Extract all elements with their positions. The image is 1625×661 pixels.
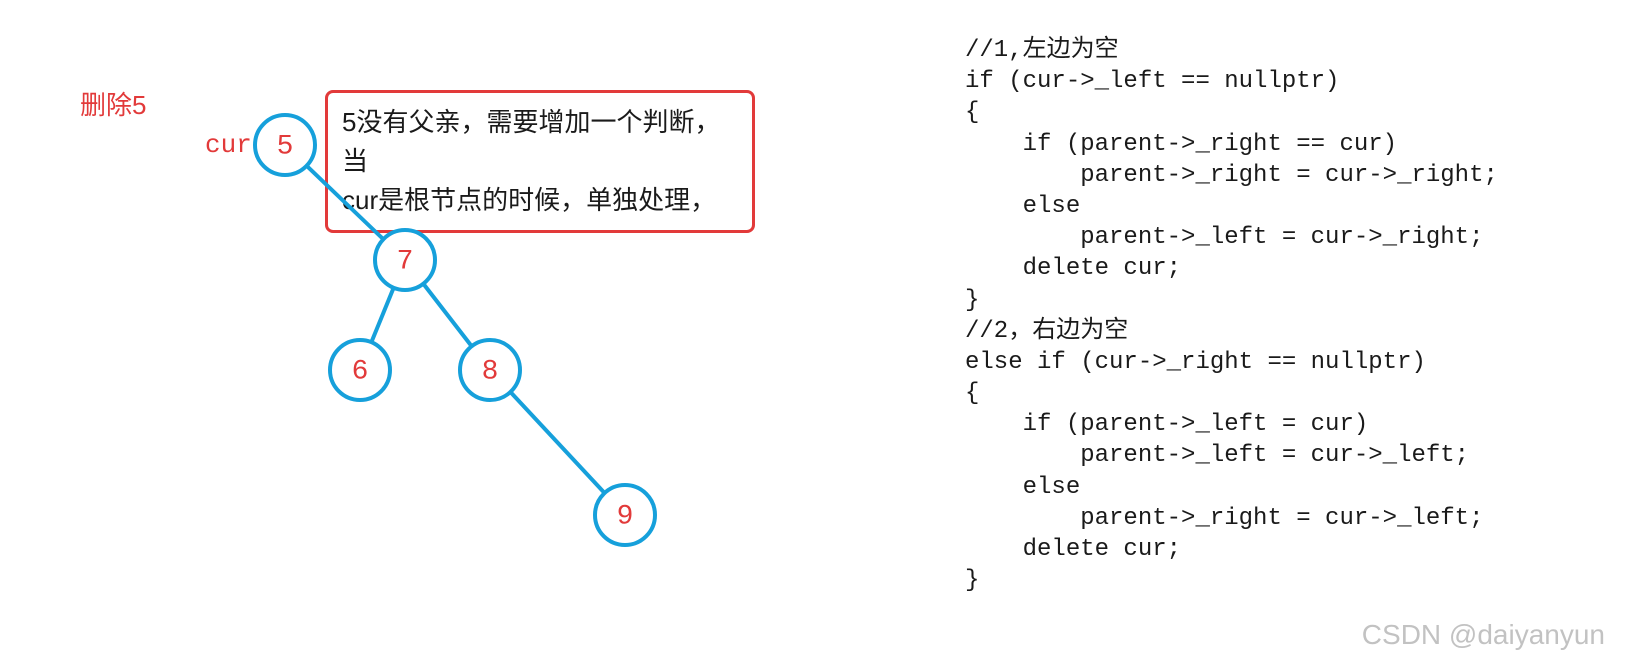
tree-node-label: 9 xyxy=(617,502,634,533)
tree-node-7: 7 xyxy=(375,230,435,290)
tree-node-9: 9 xyxy=(595,485,655,545)
tree-edges xyxy=(307,166,605,493)
tree-node-5: 5 xyxy=(255,115,315,175)
watermark: CSDN @daiyanyun xyxy=(1362,619,1605,651)
tree-edge xyxy=(423,284,471,347)
tree-edge xyxy=(510,392,604,493)
diagram-canvas: { "title": "删除5", "cur_label": "cur", "c… xyxy=(0,0,1625,661)
tree-edge xyxy=(371,288,393,342)
tree-node-6: 6 xyxy=(330,340,390,400)
tree-node-label: 8 xyxy=(482,357,499,388)
tree-node-label: 6 xyxy=(352,357,369,388)
tree-node-label: 7 xyxy=(397,247,414,278)
tree-svg: 5 7 6 8 9 xyxy=(0,0,900,661)
tree-node-label: 5 xyxy=(277,132,294,163)
tree-node-8: 8 xyxy=(460,340,520,400)
code-block: //1,左边为空 if (cur->_left == nullptr) { if… xyxy=(965,35,1498,596)
tree-edge xyxy=(307,166,384,239)
